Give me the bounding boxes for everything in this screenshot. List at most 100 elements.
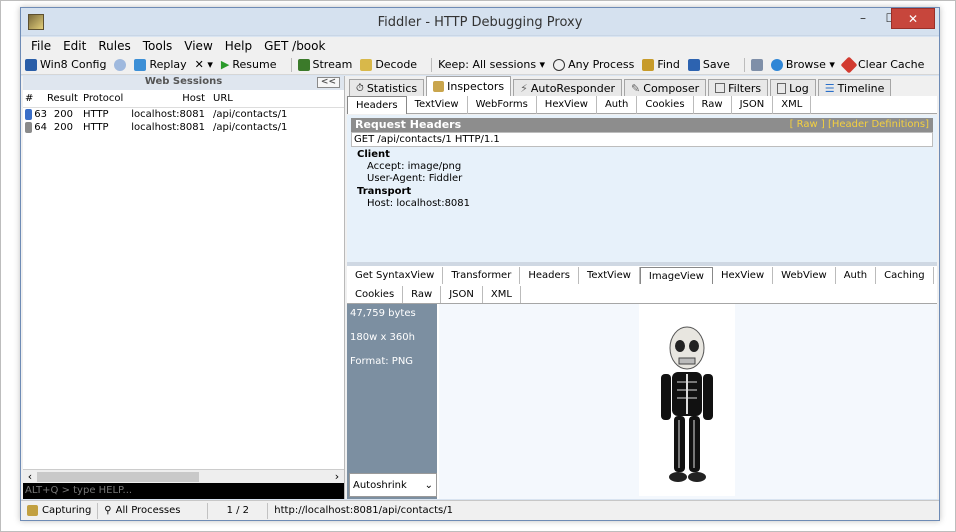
resp-tab-raw[interactable]: Raw xyxy=(403,286,442,303)
session-row[interactable]: 63 200 HTTP localhost:8081 /api/contacts… xyxy=(23,108,344,121)
decode-button[interactable]: Decode xyxy=(360,58,417,71)
menu-rules[interactable]: Rules xyxy=(98,39,130,53)
comment-button[interactable] xyxy=(114,58,127,71)
save-icon xyxy=(687,58,700,71)
resp-tab-hexview[interactable]: HexView xyxy=(713,267,774,284)
tab-autoresponder[interactable]: ⚡ AutoResponder xyxy=(513,79,623,96)
tab-filters[interactable]: Filters xyxy=(708,79,769,96)
resp-tab-auth[interactable]: Auth xyxy=(836,267,877,284)
resp-tab-syntaxview[interactable]: Get SyntaxView xyxy=(347,267,444,284)
req-tab-xml[interactable]: XML xyxy=(773,95,812,114)
menu-tools[interactable]: Tools xyxy=(143,39,173,53)
resp-tab-imageview[interactable]: ImageView xyxy=(639,267,713,284)
response-image xyxy=(639,304,735,496)
header-group-transport: Transport xyxy=(357,186,412,197)
col-number[interactable]: # xyxy=(23,93,47,104)
find-button[interactable]: Find xyxy=(642,58,680,71)
req-tab-headers[interactable]: Headers xyxy=(347,95,407,114)
process-filter[interactable]: ⚲ All Processes xyxy=(98,502,209,519)
req-tab-json[interactable]: JSON xyxy=(732,95,774,114)
image-file-icon xyxy=(25,122,33,133)
resp-tab-transformer[interactable]: Transformer xyxy=(443,267,521,284)
menu-file[interactable]: File xyxy=(31,39,51,53)
resp-tab-json[interactable]: JSON xyxy=(441,286,483,303)
close-button[interactable]: ✕ xyxy=(891,8,935,29)
header-accept: Accept: image/png xyxy=(367,161,462,172)
session-count: 1 / 2 xyxy=(208,502,269,519)
col-protocol[interactable]: Protocol xyxy=(77,93,129,104)
req-tab-cookies[interactable]: Cookies xyxy=(637,95,694,114)
menu-help[interactable]: Help xyxy=(225,39,252,53)
request-headers-title: Request Headers xyxy=(355,118,462,131)
keep-sessions-dropdown[interactable]: Keep: All sessions ▾ xyxy=(438,58,545,71)
image-size-bytes: 47,759 bytes xyxy=(350,308,416,319)
pencil-icon: ✎ xyxy=(631,81,641,95)
resp-tab-cookies[interactable]: Cookies xyxy=(347,286,404,303)
log-icon xyxy=(777,82,787,94)
resp-tab-textview[interactable]: TextView xyxy=(579,267,640,284)
req-tab-raw[interactable]: Raw xyxy=(694,95,732,114)
collapse-button[interactable]: << xyxy=(316,77,340,88)
title-bar: Fiddler - HTTP Debugging Proxy – ☐ ✕ xyxy=(21,8,939,36)
gear-icon xyxy=(25,58,37,71)
tab-log[interactable]: Log xyxy=(770,79,816,96)
raw-header-links[interactable]: [ Raw ] [Header Definitions] xyxy=(790,118,929,132)
menu-edit[interactable]: Edit xyxy=(63,39,86,53)
capturing-toggle[interactable]: Capturing xyxy=(21,502,99,519)
quickexec-input[interactable]: ALT+Q > type HELP... xyxy=(23,483,344,499)
resp-tab-caching[interactable]: Caching xyxy=(876,267,934,284)
resp-tab-xml[interactable]: XML xyxy=(483,286,521,303)
stream-button[interactable]: Stream xyxy=(297,58,352,71)
toolbar-divider xyxy=(290,57,292,72)
save-button[interactable]: Save xyxy=(687,58,730,71)
main-tabs: ⏱ Statistics Inspectors ⚡ AutoResponder ✎ C… xyxy=(347,76,937,96)
tab-composer[interactable]: ✎ Composer xyxy=(624,79,707,96)
resume-button[interactable]: ▶ Resume xyxy=(221,58,277,71)
image-dimensions: 180w x 360h xyxy=(350,332,415,343)
tab-statistics[interactable]: ⏱ Statistics xyxy=(349,79,425,96)
col-result[interactable]: Result xyxy=(47,93,78,104)
resp-tab-headers[interactable]: Headers xyxy=(520,267,579,284)
scrollbar-thumb[interactable] xyxy=(37,472,199,482)
browser-icon xyxy=(770,58,783,71)
toolbar-divider xyxy=(431,57,433,72)
toolbar-divider xyxy=(743,57,745,72)
any-process-button[interactable]: Any Process xyxy=(553,58,634,71)
capture-icon xyxy=(27,505,38,516)
clear-cache-icon xyxy=(840,56,858,73)
req-tab-textview[interactable]: TextView xyxy=(407,95,468,114)
win8-config-button[interactable]: Win8 Config xyxy=(25,58,106,71)
remove-button[interactable]: ✕ ▾ xyxy=(195,58,213,71)
autoshrink-select[interactable]: Autoshrink ⌄ xyxy=(349,473,437,497)
resp-tab-webview[interactable]: WebView xyxy=(773,267,836,284)
replay-icon xyxy=(134,58,147,71)
header-host: Host: localhost:8081 xyxy=(367,198,471,209)
scroll-right-icon[interactable]: › xyxy=(330,470,344,483)
menu-get-book[interactable]: GET /book xyxy=(264,39,325,53)
req-tab-hexview[interactable]: HexView xyxy=(537,95,597,114)
image-format: Format: PNG xyxy=(350,356,414,367)
tab-inspectors[interactable]: Inspectors xyxy=(426,76,512,96)
header-user-agent: User-Agent: Fiddler xyxy=(367,173,463,184)
main-area: Web Sessions << # Result Protocol Host U… xyxy=(21,76,939,499)
tab-timeline[interactable]: ☰ Timeline xyxy=(817,79,892,96)
comment-icon xyxy=(114,58,127,71)
horizontal-scrollbar[interactable]: ‹ › xyxy=(23,469,344,483)
replay-button[interactable]: Replay xyxy=(134,58,187,71)
col-url[interactable]: URL xyxy=(211,93,344,104)
decode-icon xyxy=(360,58,373,71)
scroll-left-icon[interactable]: ‹ xyxy=(23,470,37,483)
req-tab-auth[interactable]: Auth xyxy=(597,95,638,114)
web-sessions-panel: Web Sessions << # Result Protocol Host U… xyxy=(23,76,345,499)
clear-cache-button[interactable]: Clear Cache xyxy=(840,56,924,73)
browse-button[interactable]: Browse ▾ xyxy=(770,58,835,71)
menu-view[interactable]: View xyxy=(184,39,212,53)
col-host[interactable]: Host xyxy=(129,93,211,104)
document-icon xyxy=(25,109,33,120)
image-canvas xyxy=(439,304,937,499)
minimize-button[interactable]: – xyxy=(849,8,877,29)
session-row[interactable]: 64 200 HTTP localhost:8081 /api/contacts… xyxy=(23,121,344,134)
req-tab-webforms[interactable]: WebForms xyxy=(468,95,537,114)
screenshot-button[interactable] xyxy=(750,58,763,71)
status-url: http://localhost:8081/api/contacts/1 xyxy=(274,505,453,516)
